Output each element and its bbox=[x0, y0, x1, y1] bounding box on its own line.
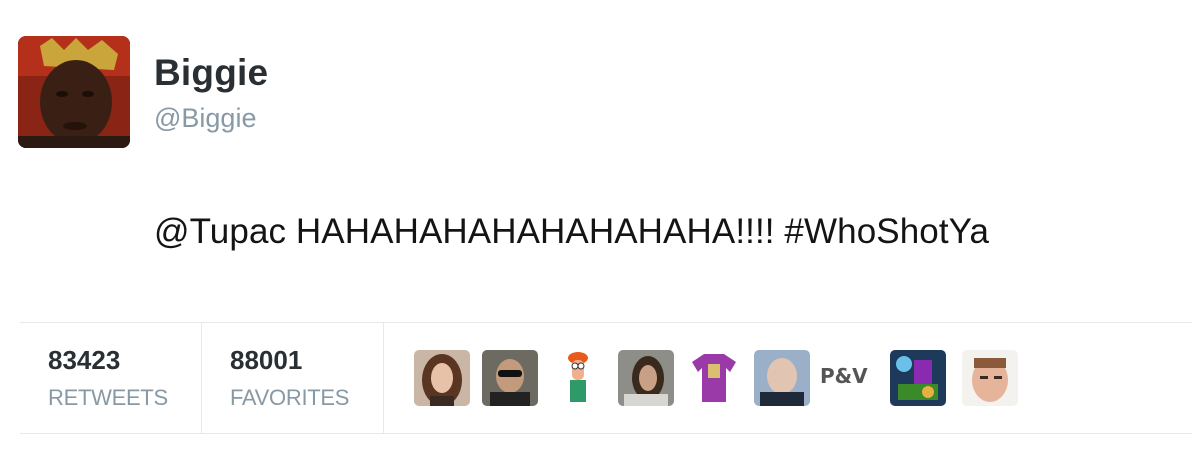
tweet-card: Biggie @Biggie @Tupac HAHAHAHAHAHAHAHAHA… bbox=[0, 0, 1200, 466]
favoriter-avatar[interactable] bbox=[482, 350, 538, 406]
favorites-label: FAVORITES bbox=[230, 385, 350, 410]
favoriter-avatar[interactable] bbox=[890, 350, 946, 406]
favoriter-avatar[interactable] bbox=[414, 350, 470, 406]
favorites-stat[interactable]: 88001 FAVORITES bbox=[202, 323, 384, 433]
favoriter-avatar[interactable] bbox=[618, 350, 674, 406]
retweets-count: 83423 bbox=[48, 345, 121, 375]
screen-name[interactable]: @Biggie bbox=[154, 103, 256, 134]
favoriter-avatar[interactable] bbox=[962, 350, 1018, 406]
favoriter-avatar[interactable] bbox=[754, 350, 810, 406]
favoriter-avatar[interactable] bbox=[686, 350, 742, 406]
display-name[interactable]: Biggie bbox=[154, 52, 268, 94]
favoriter-avatar[interactable] bbox=[550, 350, 606, 406]
favoriter-avatar[interactable]: P&V bbox=[820, 364, 868, 388]
retweets-label: RETWEETS bbox=[48, 385, 168, 410]
retweets-stat[interactable]: 83423 RETWEETS bbox=[20, 323, 202, 433]
user-avatar[interactable] bbox=[18, 36, 130, 148]
favorites-count: 88001 bbox=[230, 345, 303, 375]
tweet-text: @Tupac HAHAHAHAHAHAHAHAHA!!!! #WhoShotYa bbox=[154, 212, 990, 251]
